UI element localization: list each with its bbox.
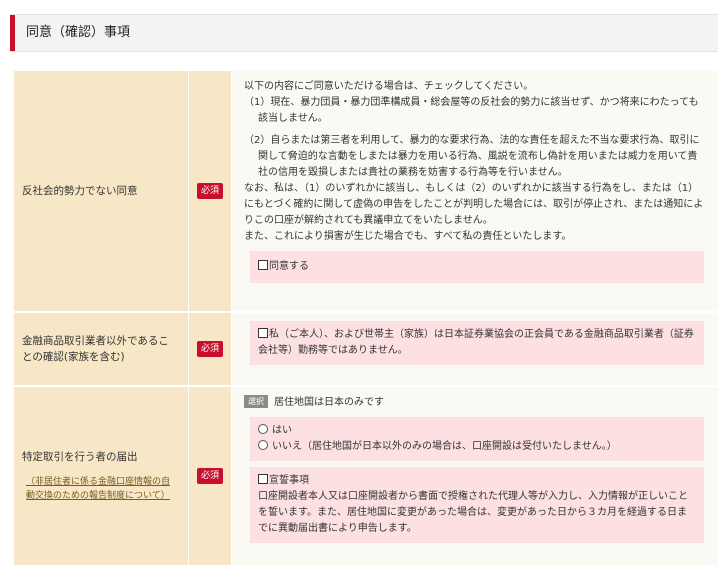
reporting-system-link[interactable]: （非居住者に係る金融口座情報の自動交換のための報告制度について） [22,475,178,503]
radio-no[interactable] [258,440,268,450]
residence-question: 選択 居住地国は日本のみです [244,395,704,411]
section-accent-bar [10,15,15,51]
consent-intro: 以下の内容にご同意いただける場合は、チェックしてください。 [244,81,534,92]
option-yes[interactable]: はい [258,423,696,439]
antisocial-content: 以下の内容にご同意いただける場合は、チェックしてください。 （1）現在、暴力団員… [231,71,718,311]
antisocial-consent-row: 反社会的勢力でない同意 必須 以下の内容にご同意いただける場合は、チェックしてく… [14,71,718,313]
non-securities-employee-row: 金融商品取引業者以外であることの確認(家族を含む) 必須 私（ご本人）、および世… [14,313,718,387]
non-securities-checkbox-label[interactable]: 私（ご本人）、および世帯主（家族）は日本証券業協会の正会員である金融商品取引業者… [258,329,694,356]
section-title: 同意（確認）事項 [26,25,131,40]
radio-yes[interactable] [258,424,268,434]
option-no[interactable]: いいえ（居住地国が日本以外のみの場合は、口座開設は受付いたしません。） [258,439,696,455]
agree-checkbox[interactable] [258,260,268,270]
required-badge: 必須 [196,183,223,199]
consent-item-2: （2）自らまたは第三者を利用して、暴力的な要求行為、法的な責任を超えた不当な要求… [244,135,700,178]
oath-text: 口座開設者本人又は口座開設者から書面で授権された代理人等が入力し、入力情報が正し… [258,491,688,534]
consent-note-2: また、これにより損害が生じた場合でも、すべて私の責任といたします。 [244,231,572,242]
agree-checkbox-label[interactable]: 同意する [269,261,309,272]
non-securities-checkbox[interactable] [258,328,268,338]
consent-table: 反社会的勢力でない同意 必須 以下の内容にご同意いただける場合は、チェックしてく… [14,70,718,567]
consent-item-1: （1）現在、暴力団員・暴力団準構成員・総会屋等の反社会的勢力に該当せず、かつ将来… [244,97,699,124]
residence-question-title: 居住地国は日本のみです [274,397,384,408]
row-label: 反社会的勢力でない同意 [14,71,188,311]
oath-area[interactable]: 宣誓事項 口座開設者本人又は口座開設者から書面で授権された代理人等が入力し、入力… [250,467,704,543]
oath-title[interactable]: 宣誓事項 [269,475,309,486]
non-securities-label: 金融商品取引業者以外であることの確認(家族を含む) [22,335,169,363]
oath-checkbox[interactable] [258,474,268,484]
select-badge: 選択 [244,395,268,408]
required-badge: 必須 [196,341,223,357]
antisocial-label: 反社会的勢力でない同意 [22,185,138,197]
specified-transaction-label: 特定取引を行う者の届出 [22,451,138,463]
specified-transaction-row: 特定取引を行う者の届出 （非居住者に係る金融口座情報の自動交換のための報告制度に… [14,387,718,567]
agree-checkbox-area[interactable]: 同意する [250,251,704,283]
required-badge: 必須 [196,468,223,484]
residence-options: はい いいえ（居住地国が日本以外のみの場合は、口座開設は受付いたしません。） [250,417,704,461]
non-securities-checkbox-area[interactable]: 私（ご本人）、および世帯主（家族）は日本証券業協会の正会員である金融商品取引業者… [250,321,704,365]
section-header: 同意（確認）事項 [10,14,718,52]
consent-note-1: なお、私は、（1）のいずれかに該当し、もしくは（2）のいずれかに該当する行為をし… [244,183,704,226]
